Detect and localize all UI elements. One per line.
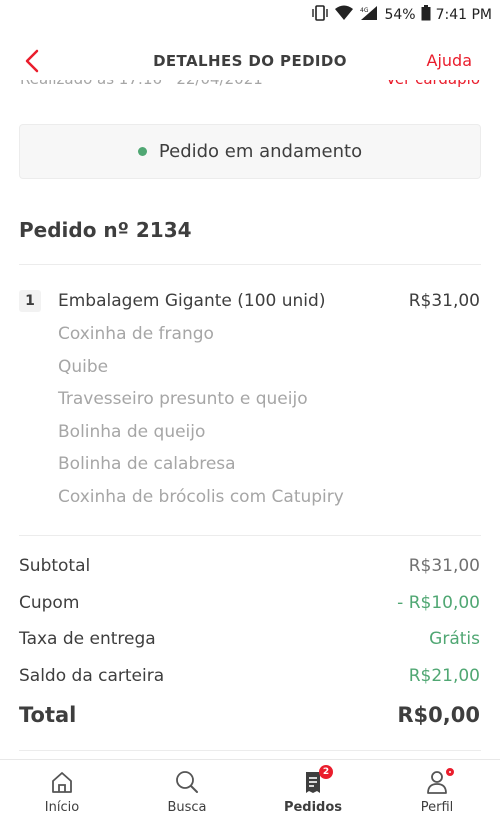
bottom-nav: Início Busca 2 Pedidos Perfil	[0, 759, 500, 828]
nav-label: Início	[44, 800, 80, 815]
delivery-fee-label: Taxa de entrega	[19, 629, 156, 649]
page-title: DETALHES DO PEDIDO	[153, 52, 347, 70]
orders-icon: 2	[299, 765, 333, 796]
item-option: Travesseiro presunto e queijo	[58, 389, 308, 409]
order-number-title: Pedido nº 2134	[19, 218, 192, 242]
item-name: Embalagem Gigante (100 unid)	[58, 291, 326, 311]
status-bar: 4G 54% 7:41 PM	[0, 0, 500, 30]
nav-item-orders[interactable]: 2 Pedidos	[263, 765, 363, 815]
search-icon	[173, 768, 201, 796]
wifi-icon	[334, 5, 354, 25]
item-option: Bolinha de queijo	[58, 422, 206, 442]
order-date: Realizado às 17:16 · 22/04/2021	[20, 80, 263, 88]
view-menu-link[interactable]: Ver cardápio	[386, 80, 480, 88]
subtotal-value: R$31,00	[408, 556, 480, 576]
delivery-fee-value: Grátis	[429, 629, 480, 649]
nav-item-profile[interactable]: Perfil	[387, 766, 487, 815]
item-option: Coxinha de frango	[58, 324, 214, 344]
total-label: Total	[19, 703, 77, 727]
nav-item-search[interactable]: Busca	[137, 768, 237, 815]
orders-badge: 2	[319, 765, 333, 779]
coupon-label: Cupom	[19, 593, 80, 613]
status-dot-icon	[137, 147, 147, 156]
item-option: Quibe	[58, 357, 109, 377]
item-quantity: 1	[19, 290, 41, 312]
order-status-text: Pedido em andamento	[158, 141, 363, 162]
item-option: Coxinha de brócolis com Catupiry	[58, 487, 344, 507]
coupon-value: - R$10,00	[397, 593, 480, 613]
profile-icon	[423, 766, 456, 796]
nav-item-home[interactable]: Início	[12, 768, 112, 815]
subtotal-label: Subtotal	[19, 556, 91, 576]
wallet-balance-value: R$21,00	[408, 666, 480, 686]
svg-text:4G: 4G	[360, 7, 369, 14]
order-status-card: Pedido em andamento	[19, 124, 481, 179]
divider	[19, 264, 481, 265]
battery-icon	[421, 5, 431, 25]
wallet-balance-label: Saldo da carteira	[19, 666, 165, 686]
divider	[19, 535, 481, 536]
nav-label: Perfil	[420, 800, 454, 815]
nav-label: Busca	[167, 800, 207, 815]
nav-label: Pedidos	[283, 800, 343, 815]
divider	[19, 750, 481, 751]
item-option: Bolinha de calabresa	[58, 454, 236, 474]
vibrate-icon	[311, 5, 329, 25]
signal-icon: 4G	[359, 5, 379, 25]
notification-dot-icon	[444, 766, 456, 778]
home-icon	[48, 768, 76, 796]
item-price: R$31,00	[408, 291, 480, 311]
order-meta-row: Realizado às 17:16 · 22/04/2021 Ver card…	[0, 80, 500, 100]
clock: 7:41 PM	[435, 7, 492, 23]
total-value: R$0,00	[397, 703, 480, 727]
battery-percent: 54%	[384, 7, 416, 23]
help-link[interactable]: Ajuda	[427, 51, 473, 70]
